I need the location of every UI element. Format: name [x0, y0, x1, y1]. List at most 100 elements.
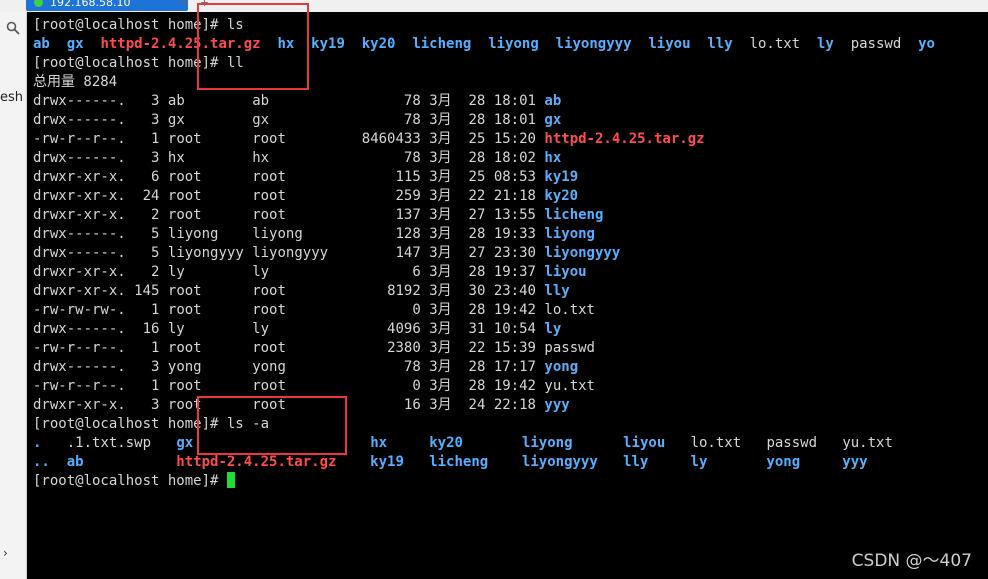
day: 28 — [468, 264, 486, 280]
group: liyong — [252, 226, 303, 242]
time: 19:42 — [493, 378, 536, 394]
file-name: lo.txt — [544, 302, 595, 318]
link-count: 145 — [134, 283, 160, 299]
group: root — [252, 207, 286, 223]
link-count: 1 — [151, 340, 160, 356]
owner: yong — [167, 359, 202, 375]
day: 22 — [468, 188, 486, 204]
ls-output-row: ab gx httpd-2.4.25.tar.gz hx ky19 ky20 l… — [33, 35, 935, 54]
shell-prompt: [root@localhost home]# — [33, 55, 219, 71]
day: 28 — [468, 378, 486, 394]
file-name: yo — [918, 36, 935, 52]
day: 22 — [468, 340, 486, 356]
file-name: gx — [176, 435, 194, 451]
file-size: 78 — [403, 359, 421, 375]
ll-entry-row: -rw-rw-rw-. 1 root root 0 3月 28 19:42 lo… — [33, 301, 595, 320]
file-name: liyong — [544, 226, 595, 242]
day: 28 — [468, 93, 486, 109]
group: gx — [252, 112, 270, 128]
link-count: 1 — [151, 378, 160, 394]
file-name: lly — [707, 36, 733, 52]
day: 27 — [468, 207, 486, 223]
tab-close-icon[interactable]: × — [180, 0, 189, 9]
file-name: lly — [544, 283, 570, 299]
day: 24 — [468, 397, 486, 413]
file-size: 0 — [412, 378, 421, 394]
owner: root — [167, 188, 202, 204]
permissions: -rw-r--r--. — [33, 131, 126, 147]
link-count: 3 — [151, 112, 160, 128]
file-name: licheng — [412, 36, 472, 52]
link-count: 5 — [151, 226, 160, 242]
ll-entry-row: drwx------. 3 ab ab 78 3月 28 18:01 ab — [33, 92, 561, 111]
link-count: 1 — [151, 131, 160, 147]
link-count: 3 — [151, 93, 160, 109]
sidebar-expand-icon[interactable]: › — [3, 546, 8, 560]
month: 3月 — [429, 207, 452, 223]
terminal-output[interactable]: [root@localhost home]# ls ab gx httpd-2.4… — [27, 12, 988, 579]
total-line: 总用量 8284 — [33, 73, 117, 92]
file-name: gx — [544, 112, 562, 128]
group: root — [252, 283, 286, 299]
file-size: 78 — [403, 150, 421, 166]
link-count: 3 — [151, 397, 160, 413]
file-name: ab — [33, 36, 50, 52]
permissions: drwx------. — [33, 150, 126, 166]
permissions: drwx------. — [33, 321, 126, 337]
file-size: 137 — [395, 207, 421, 223]
file-name: yyy — [544, 397, 570, 413]
time: 23:30 — [493, 245, 536, 261]
sidebar-session-label[interactable]: esh — [0, 90, 23, 105]
file-name: ly — [690, 454, 708, 470]
time: 15:39 — [493, 340, 536, 356]
terminal-cursor — [226, 472, 235, 488]
file-size: 115 — [395, 169, 421, 185]
file-name: yu.txt — [842, 435, 893, 451]
permissions: drwxr-xr-x. — [33, 264, 126, 280]
owner: root — [167, 169, 202, 185]
permissions: drwx------. — [33, 93, 126, 109]
session-tab-label: 192.168.58.10 — [50, 0, 131, 9]
annotation-box-ls-a — [197, 396, 347, 455]
file-name: lo.txt — [690, 435, 742, 451]
file-name: hx — [544, 150, 562, 166]
owner: root — [167, 378, 202, 394]
file-name: .. — [33, 454, 50, 470]
permissions: drwxr-xr-x. — [33, 207, 126, 223]
day: 28 — [468, 150, 486, 166]
time: 23:40 — [493, 283, 536, 299]
month: 3月 — [429, 397, 452, 413]
file-name: yong — [544, 359, 579, 375]
search-icon[interactable] — [6, 20, 20, 39]
permissions: drwx------. — [33, 245, 126, 261]
connected-status-icon — [34, 0, 43, 7]
lsa-output-row: . .1.txt.swp gx hx ky20 liyong liyou lo.… — [33, 434, 893, 453]
session-tab[interactable]: 192.168.58.10 — [26, 0, 188, 11]
file-name: liyou — [623, 435, 666, 451]
ll-entry-row: -rw-r--r--. 1 root root 0 3月 28 19:42 yu… — [33, 377, 595, 396]
group: root — [252, 188, 286, 204]
lsa-output-row: .. ab httpd-2.4.25.tar.gz ky19 licheng l… — [33, 453, 868, 472]
link-count: 3 — [151, 150, 160, 166]
file-name: passwd — [766, 435, 818, 451]
owner: root — [167, 340, 202, 356]
permissions: drwx------. — [33, 226, 126, 242]
file-name: licheng — [544, 207, 604, 223]
permissions: -rw-r--r--. — [33, 340, 126, 356]
link-count: 2 — [151, 264, 160, 280]
time: 19:42 — [493, 302, 536, 318]
ll-entry-row: drwxr-xr-x. 2 ly ly 6 3月 28 19:37 liyou — [33, 263, 587, 282]
owner: liyong — [167, 226, 219, 242]
month: 3月 — [429, 150, 452, 166]
file-name: yyy — [842, 454, 868, 470]
time: 18:01 — [493, 93, 536, 109]
group: root — [252, 302, 286, 318]
month: 3月 — [429, 321, 452, 337]
link-count: 16 — [142, 321, 160, 337]
file-name: lly — [623, 454, 649, 470]
month: 3月 — [429, 245, 452, 261]
file-name: .1.txt.swp — [66, 435, 152, 451]
file-name: hx — [370, 435, 388, 451]
ll-entry-row: drwxr-xr-x. 2 root root 137 3月 27 13:55 … — [33, 206, 603, 225]
permissions: drwxr-xr-x. — [33, 169, 126, 185]
